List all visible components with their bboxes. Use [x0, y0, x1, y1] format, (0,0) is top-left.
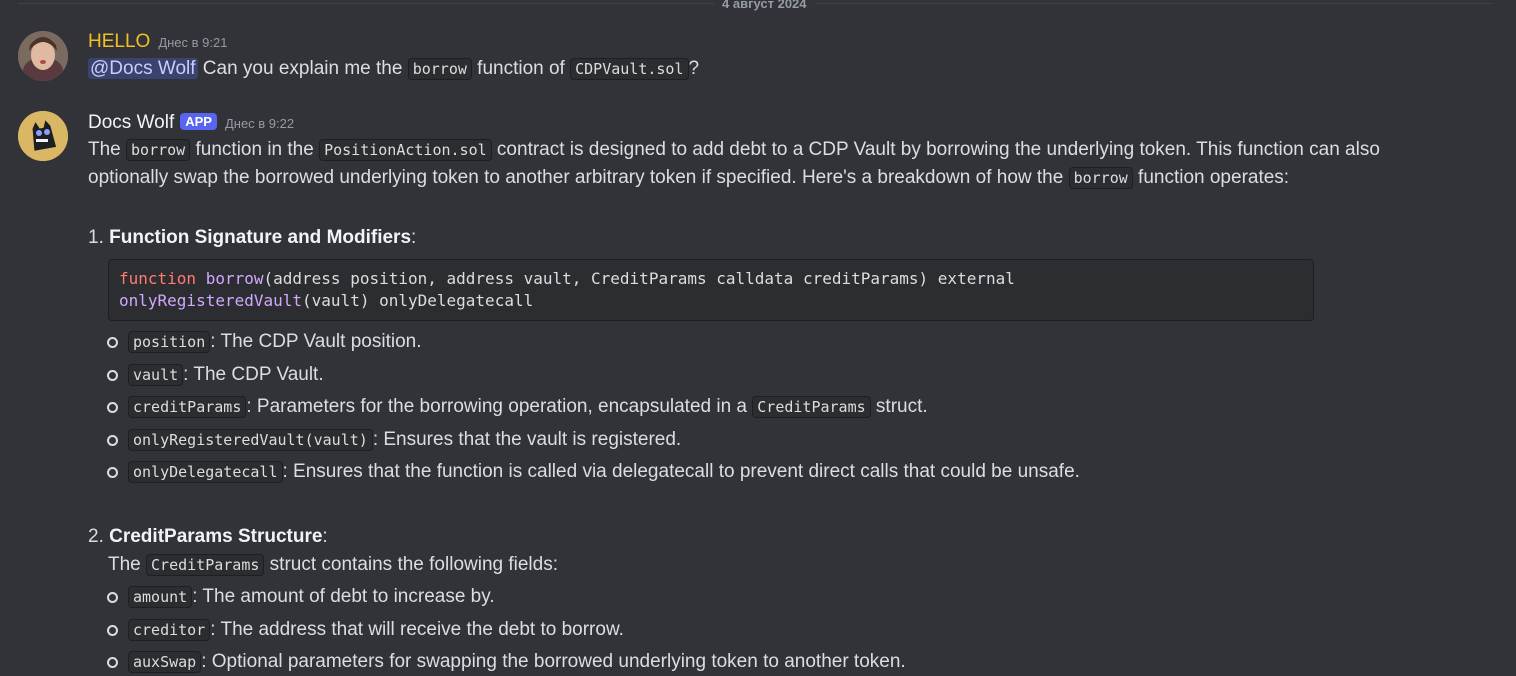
message-header: Docs Wolf APP Днес в 9:22 [88, 112, 294, 134]
message-text: ? [688, 58, 700, 79]
inline-code: onlyDelegatecall [128, 461, 283, 483]
inline-code: vault [128, 364, 184, 386]
message-text: : [411, 227, 417, 248]
list-item: position: The CDP Vault position. [128, 328, 421, 356]
bullet-icon [107, 625, 118, 636]
code-keyword: function [119, 269, 197, 288]
message-text: optionally swap the borrowed underlying … [88, 167, 1069, 188]
bullet-icon [107, 592, 118, 603]
message-header: HELLO Днес в 9:21 [88, 31, 227, 53]
date-divider: 4 август 2024 [18, 0, 1492, 11]
message-text: The [88, 139, 127, 160]
username[interactable]: Docs Wolf [88, 112, 174, 134]
inline-code: creditor [128, 619, 211, 641]
message-text: struct. [870, 396, 928, 417]
user-avatar[interactable] [18, 31, 68, 81]
code-text: (address position, address vault, Credit… [263, 269, 1015, 288]
message-paragraph: optionally swap the borrowed underlying … [88, 164, 1289, 192]
list-item: onlyDelegatecall: Ensures that the funct… [128, 458, 1080, 486]
message-text: Can you explain me the [197, 58, 408, 79]
list-number: 2. [88, 526, 110, 547]
list-item: auxSwap: Optional parameters for swappin… [128, 648, 906, 676]
list-heading: 1. Function Signature and Modifiers: [88, 224, 416, 252]
message-text: struct contains the following fields: [264, 554, 558, 575]
inline-code: CreditParams [752, 396, 871, 418]
list-number: 1. [88, 227, 110, 248]
message-text: contract is designed to add debt to a CD… [491, 139, 1380, 160]
list-item: creditor: The address that will receive … [128, 616, 624, 644]
inline-code: auxSwap [128, 651, 202, 673]
message-text: function of [471, 58, 571, 79]
list-item: creditParams: Parameters for the borrowi… [128, 393, 928, 421]
message-text: : The address that will receive the debt… [210, 619, 624, 640]
inline-code: creditParams [128, 396, 247, 418]
message-paragraph: The borrow function in the PositionActio… [88, 136, 1380, 164]
code-block[interactable]: function borrow(address position, addres… [108, 259, 1314, 321]
bot-avatar[interactable] [18, 111, 68, 161]
list-item: onlyRegisteredVault(vault): Ensures that… [128, 426, 681, 454]
avatar-photo-icon [18, 31, 68, 81]
bullet-icon [107, 402, 118, 413]
inline-code: borrow [407, 58, 472, 80]
message-text: : [322, 526, 328, 547]
date-divider-label: 4 август 2024 [714, 0, 815, 11]
message-text: : Ensures that the function is called vi… [282, 461, 1080, 482]
list-item: amount: The amount of debt to increase b… [128, 583, 495, 611]
message-text: function in the [190, 139, 320, 160]
message-text: : Ensures that the vault is registered. [372, 429, 682, 450]
wolf-bot-icon [18, 111, 68, 161]
list-heading: 2. CreditParams Structure: [88, 523, 328, 551]
inline-code: position [128, 331, 211, 353]
list-item: vault: The CDP Vault. [128, 361, 324, 389]
app-badge: APP [180, 113, 217, 130]
inline-code: onlyRegisteredVault(vault) [128, 429, 373, 451]
code-text: (vault) onlyDelegatecall [302, 291, 534, 310]
message-text: : The CDP Vault. [183, 364, 324, 385]
inline-code: borrow [1068, 167, 1133, 189]
user-mention[interactable]: @Docs Wolf [88, 58, 198, 79]
message-text: : Optional parameters for swapping the b… [201, 651, 906, 672]
message-content: @Docs Wolf Can you explain me the borrow… [88, 55, 699, 83]
section-title: Function Signature and Modifiers [109, 227, 412, 248]
message-paragraph: The CreditParams struct contains the fol… [108, 551, 558, 579]
message-text: function operates: [1132, 167, 1290, 188]
bullet-icon [107, 370, 118, 381]
username[interactable]: HELLO [88, 31, 150, 53]
inline-code: CDPVault.sol [570, 58, 689, 80]
bullet-icon [107, 435, 118, 446]
code-function: onlyRegisteredVault [119, 291, 303, 310]
inline-code: CreditParams [146, 554, 265, 576]
message-text: : The amount of debt to increase by. [192, 586, 495, 607]
message-text: : Parameters for the borrowing operation… [246, 396, 753, 417]
timestamp: Днес в 9:21 [158, 35, 228, 50]
section-title: CreditParams Structure [109, 526, 323, 547]
bullet-icon [107, 337, 118, 348]
inline-code: amount [128, 586, 193, 608]
inline-code: PositionAction.sol [319, 139, 492, 161]
message-text: The [108, 554, 147, 575]
inline-code: borrow [126, 139, 191, 161]
bullet-icon [107, 467, 118, 478]
code-function: borrow [205, 269, 264, 288]
timestamp: Днес в 9:22 [224, 116, 295, 131]
message-text: : The CDP Vault position. [210, 331, 422, 352]
bullet-icon [107, 657, 118, 668]
